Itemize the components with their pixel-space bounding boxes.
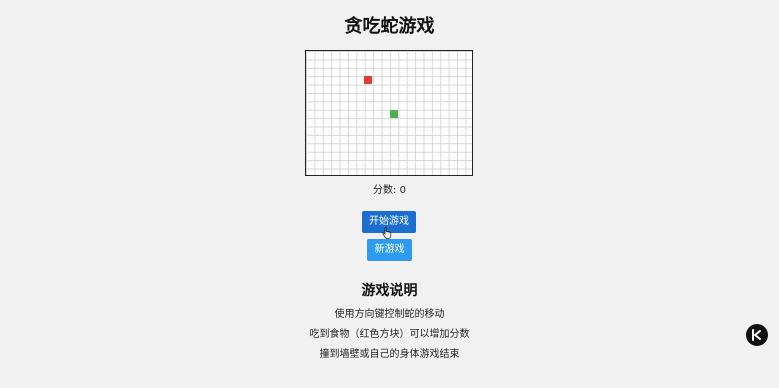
score-value: 0 xyxy=(399,185,406,196)
instructions-title: 游戏说明 xyxy=(361,283,418,299)
instruction-item: 吃到食物（红色方块）可以增加分数 xyxy=(309,329,470,340)
instruction-item: 撞到墙壁或自己的身体游戏结束 xyxy=(319,349,460,360)
game-board[interactable] xyxy=(305,50,473,176)
snake-head xyxy=(390,110,398,118)
hand-pointer-icon xyxy=(382,224,392,239)
page-title: 贪吃蛇游戏 xyxy=(344,16,435,37)
instruction-item: 使用方向键控制蛇的移动 xyxy=(334,309,445,320)
food-cell xyxy=(364,76,372,84)
score-label: 分数: xyxy=(373,185,397,196)
score-display: 分数: 0 xyxy=(0,185,779,197)
new-game-button[interactable]: 新游戏 xyxy=(367,239,412,261)
k-logo-icon[interactable] xyxy=(746,324,768,346)
game-page: 贪吃蛇游戏 分数: 0 开始游戏 新游戏 游戏说明 使用方向键控制蛇的移动 吃到… xyxy=(0,0,779,388)
